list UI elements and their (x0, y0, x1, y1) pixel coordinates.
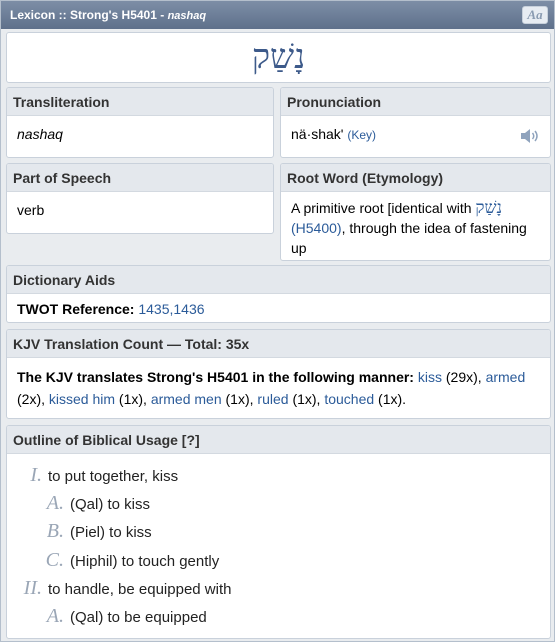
part-of-speech-heading: Part of Speech (7, 164, 273, 192)
dictionary-aids-panel: Dictionary Aids TWOT Reference: 1435,143… (6, 265, 551, 323)
kjv-item-link[interactable]: kissed him (49, 391, 115, 407)
pronunciation-panel: Pronunciation nä·shak' (Key) (280, 87, 551, 158)
hebrew-word: נָשַׁק (251, 37, 306, 77)
transliteration-panel: Transliteration nashaq (6, 87, 274, 158)
root-word-heading: Root Word (Etymology) (281, 164, 550, 192)
outline-item: I. to put together, kiss (22, 464, 178, 487)
pronunciation-heading: Pronunciation (281, 88, 550, 116)
kjv-item-count: (2x), (17, 391, 45, 407)
window-titlebar: Lexicon :: Strong's H5401 - nashaq Aa (1, 1, 554, 29)
outline-item-number: II. (23, 577, 42, 599)
outline-item-number: A. (46, 492, 64, 514)
kjv-count-body: The KJV translates Strong's H5401 in the… (7, 358, 550, 418)
root-word-ref-link[interactable]: (H5400) (291, 220, 342, 236)
transliteration-heading: Transliteration (7, 88, 273, 116)
kjv-item-count: (1x), (118, 391, 147, 407)
kjv-count-heading: KJV Translation Count — Total: 35x (7, 330, 550, 358)
outline-item-text: (Hiphil) to touch gently (70, 553, 220, 570)
window-title-translit: nashaq (167, 10, 207, 22)
outline-item-text: (Qal) to be equipped (70, 609, 207, 626)
outline-subitem: B. (Piel) to kiss (44, 520, 152, 543)
kjv-item-count: (1x). (378, 391, 407, 407)
kjv-item-link[interactable]: armed (486, 369, 526, 385)
outline-item-number: C. (45, 549, 64, 571)
outline-item-text: (Piel) to kiss (70, 524, 152, 541)
window-title: Lexicon :: Strong's H5401 - (10, 8, 168, 22)
outline-item-number: B. (46, 520, 64, 542)
kjv-item-link[interactable]: ruled (257, 391, 288, 407)
outline-item-text: to handle, be equipped with (48, 581, 232, 598)
dictionary-aids-heading: Dictionary Aids (7, 266, 550, 294)
transliteration-value: nashaq (17, 126, 63, 142)
pronunciation-key-link[interactable]: (Key) (347, 128, 376, 142)
kjv-count-panel: KJV Translation Count — Total: 35x The K… (6, 329, 551, 419)
outline-panel: Outline of Biblical Usage [?] I. to put t… (6, 425, 551, 639)
root-word-prefix: A primitive root [identical with (291, 200, 476, 216)
kjv-item-link[interactable]: kiss (418, 369, 442, 385)
lexicon-window: Lexicon :: Strong's H5401 - nashaq Aa נָ… (0, 0, 555, 642)
hebrew-word-panel: נָשַׁק (6, 32, 551, 83)
outline-subitem: C. (Hiphil) to touch gently (44, 549, 220, 572)
kjv-item-count: (29x), (445, 369, 482, 385)
kjv-item-count: (1x), (225, 391, 254, 407)
kjv-item-link[interactable]: touched (324, 391, 374, 407)
outline-item-text: (Qal) to kiss (70, 496, 151, 513)
outline-item-number: I. (30, 464, 42, 486)
outline-heading-text: Outline of Biblical Usage [?] (13, 432, 200, 448)
kjv-item-link[interactable]: armed men (151, 391, 222, 407)
pronunciation-body: nä·shak' (Key) (281, 116, 550, 153)
outline-heading: Outline of Biblical Usage [?] (7, 426, 550, 454)
outline-subitem: A. (Qal) to kiss (44, 492, 150, 515)
twot-label: TWOT Reference: (17, 301, 135, 317)
part-of-speech-panel: Part of Speech verb (6, 163, 274, 234)
outline-subitem: A. (Qal) to be equipped (44, 605, 207, 628)
kjv-item-count: (1x), (292, 391, 321, 407)
part-of-speech-value: verb (17, 202, 45, 218)
twot-reference-link[interactable]: 1435,1436 (138, 301, 204, 317)
kjv-intro: The KJV translates Strong's H5401 in the… (17, 369, 414, 385)
font-size-button[interactable]: Aa (522, 6, 548, 24)
root-word-hebrew-link[interactable]: נָשַׁק (475, 198, 502, 218)
pronunciation-value: nä·shak' (291, 126, 344, 142)
outline-item: II. to handle, be equipped with (22, 577, 232, 600)
speaker-icon[interactable] (520, 128, 540, 144)
root-word-body: A primitive root [identical with נָשַׁק … (281, 192, 550, 260)
outline-item-text: to put together, kiss (48, 468, 179, 485)
root-word-panel: Root Word (Etymology) A primitive root [… (280, 163, 551, 261)
dictionary-aids-body: TWOT Reference: 1435,1436 (7, 294, 550, 322)
outline-item-number: A. (46, 605, 64, 627)
